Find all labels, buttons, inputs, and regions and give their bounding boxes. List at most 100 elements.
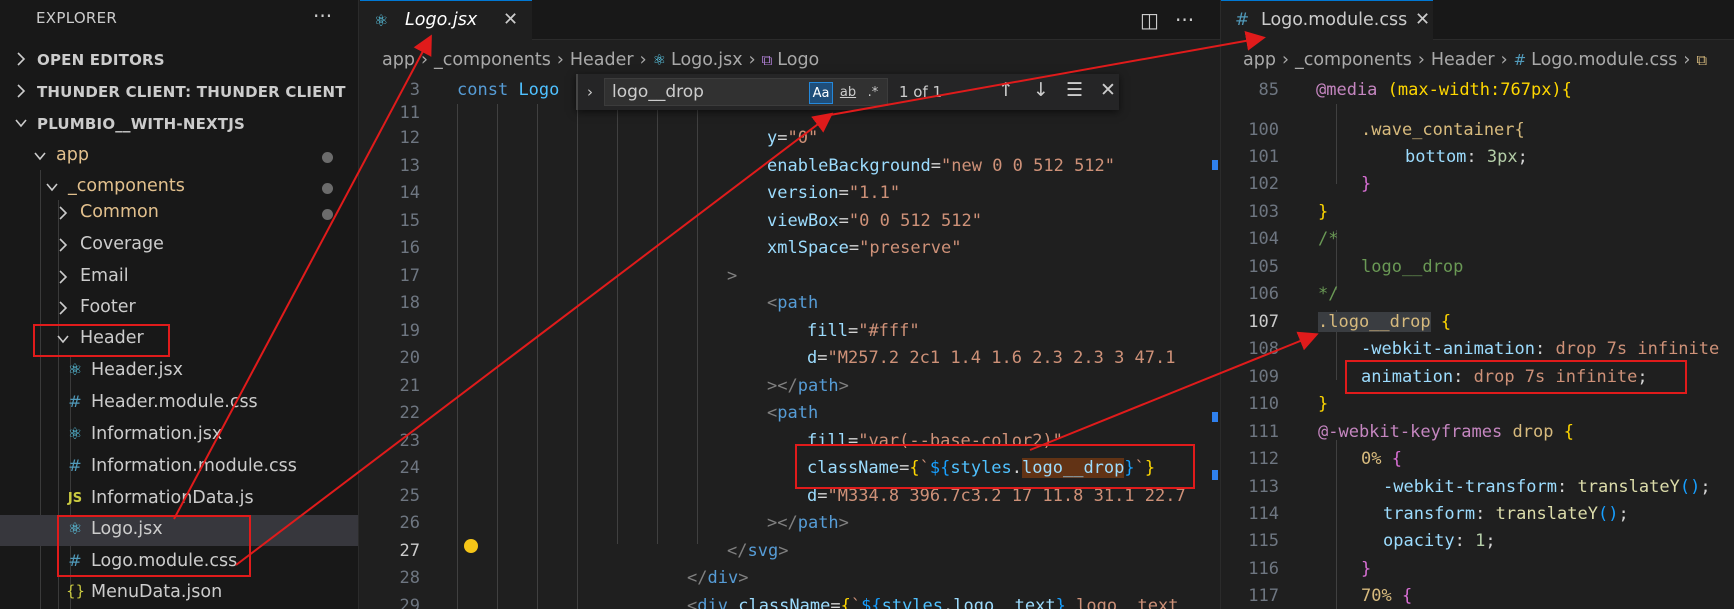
- regex-toggle[interactable]: .*: [861, 82, 885, 104]
- code-token: logo__text: [1076, 596, 1179, 609]
- lightbulb-icon[interactable]: [464, 539, 478, 553]
- breadcrumb-item[interactable]: Header: [1431, 50, 1495, 70]
- code-token: className: [738, 596, 831, 609]
- tree-item-common[interactable]: Common: [0, 198, 358, 229]
- breadcrumb-item[interactable]: Logo: [777, 50, 819, 70]
- breadcrumb-item[interactable]: _components: [434, 50, 551, 70]
- modified-dot: [322, 152, 333, 163]
- match-whole-word-toggle[interactable]: ab: [836, 82, 860, 104]
- section-project[interactable]: PLUMBIO__WITH-NEXTJS: [0, 109, 358, 140]
- editor-logo-css: # Logo.module.css ✕ app › _components › Head…: [1221, 0, 1734, 609]
- tree-item-footer[interactable]: Footer: [0, 293, 358, 324]
- breadcrumb-item[interactable]: Header: [570, 50, 634, 70]
- code-token: svg: [747, 541, 779, 561]
- section-label: PLUMBIO__WITH-NEXTJS: [37, 115, 246, 133]
- tree-item-label: Header.jsx: [91, 360, 184, 380]
- more-actions-icon[interactable]: ···: [313, 4, 332, 28]
- tab-bar: # Logo.module.css ✕: [1221, 0, 1734, 40]
- indent-guide: [457, 104, 458, 609]
- breadcrumb-item[interactable]: Logo.module.css: [1531, 50, 1677, 70]
- sticky-scroll-line: @media (max-width:767px){: [1316, 80, 1572, 100]
- section-open-editors[interactable]: OPEN EDITORS: [0, 45, 358, 76]
- breadcrumb-item[interactable]: _components: [1295, 50, 1412, 70]
- tree-item-app[interactable]: app: [0, 141, 358, 172]
- line-number: 105: [1248, 257, 1279, 277]
- code-token: translateY: [1495, 504, 1598, 524]
- section-thunder-client[interactable]: THUNDER CLIENT: THUNDER CLIENT: [0, 77, 358, 108]
- tree-item-header-jsx[interactable]: ⚛ Header.jsx: [0, 356, 358, 387]
- scrollbar-marker: [1212, 412, 1218, 422]
- code-token: "1.1": [848, 183, 901, 203]
- toggle-replace-icon[interactable]: ›: [587, 83, 593, 101]
- line-number: 25: [399, 486, 420, 506]
- line-number: 13: [399, 156, 420, 176]
- code-line: bottom: 3px;: [1405, 147, 1528, 167]
- line-number: 108: [1248, 339, 1279, 359]
- code-line: d="M257.2 2c1 1.4 1.6 2.3 2.3 3 47.1: [807, 348, 1176, 368]
- tab-logo-jsx[interactable]: ⚛ Logo.jsx ✕: [360, 0, 532, 40]
- symbol-icon: ⧉: [761, 51, 773, 69]
- scrollbar-marker: [1212, 470, 1218, 480]
- more-actions-icon[interactable]: ···: [1175, 8, 1194, 32]
- tree-item-coverage[interactable]: Coverage: [0, 230, 358, 261]
- code-token: path: [797, 513, 839, 533]
- section-label: THUNDER CLIENT: THUNDER CLIENT: [37, 83, 346, 101]
- breadcrumb-item[interactable]: app: [1243, 50, 1276, 70]
- tab-logo-css[interactable]: # Logo.module.css ✕: [1221, 0, 1433, 40]
- tree-item-email[interactable]: Email: [0, 262, 358, 293]
- tree-item-label: InformationData.js: [91, 488, 254, 508]
- code-token: translateY: [1577, 477, 1680, 497]
- tree-item-header-css[interactable]: # Header.module.css: [0, 388, 358, 419]
- close-icon[interactable]: ✕: [503, 9, 518, 30]
- previous-match-icon[interactable]: ↑: [998, 79, 1014, 101]
- find-query: logo__drop: [612, 82, 704, 102]
- tree-item-information-jsx[interactable]: ⚛ Information.jsx: [0, 420, 358, 451]
- line-number: 113: [1248, 477, 1279, 497]
- code-token: version: [767, 183, 839, 203]
- find-input[interactable]: logo__drop Aa ab .*: [604, 78, 888, 106]
- indent-guide: [497, 104, 498, 609]
- split-editor-icon[interactable]: ◫: [1140, 8, 1159, 32]
- find-in-selection-icon[interactable]: ☰: [1066, 79, 1083, 101]
- line-number: 29: [399, 596, 420, 609]
- code-token: -webkit-transform: [1383, 477, 1557, 497]
- pane-divider[interactable]: [358, 0, 359, 609]
- code-token: enableBackground: [767, 156, 931, 176]
- code-line: enableBackground="new 0 0 512 512": [767, 156, 1116, 176]
- modified-dot: [322, 183, 333, 194]
- line-number: 104: [1248, 229, 1279, 249]
- next-match-icon[interactable]: ↓: [1033, 79, 1049, 101]
- tree-item-information-css[interactable]: # Information.module.css: [0, 452, 358, 483]
- indent-guide: [537, 104, 538, 609]
- code-token: bottom: [1405, 147, 1467, 167]
- tree-item-menudata-json[interactable]: {} MenuData.json: [0, 578, 358, 609]
- close-icon[interactable]: ✕: [1415, 9, 1430, 30]
- react-icon: ⚛: [374, 11, 389, 30]
- code-token: d: [807, 348, 818, 368]
- line-number: 117: [1248, 586, 1279, 606]
- hash-icon: #: [68, 392, 82, 411]
- code-token: {: [1440, 312, 1452, 332]
- code-token: "0": [787, 128, 819, 148]
- tab-bar: ⚛ Logo.jsx ✕ ◫ ···: [360, 0, 1220, 40]
- js-icon: JS: [67, 491, 83, 506]
- code-line: 70% {: [1361, 586, 1412, 606]
- match-case-toggle[interactable]: Aa: [809, 82, 833, 104]
- hash-icon: #: [1513, 51, 1527, 69]
- code-line: >: [727, 266, 737, 286]
- code-token: .wave_container{: [1361, 120, 1525, 140]
- tree-item-information-data-js[interactable]: JS InformationData.js: [0, 484, 358, 515]
- code-line: version="1.1": [767, 183, 901, 203]
- breadcrumb-item[interactable]: Logo.jsx: [671, 50, 743, 70]
- close-icon[interactable]: ✕: [1100, 79, 1116, 101]
- chevron-down-icon: [46, 183, 58, 192]
- tab-label: Logo.module.css: [1261, 10, 1408, 30]
- code-token: }: [1318, 202, 1329, 222]
- line-number: 27: [399, 541, 420, 561]
- line-number: 24: [399, 458, 420, 478]
- code-token: @-webkit-keyframes: [1318, 422, 1503, 442]
- tree-item-label: MenuData.json: [91, 582, 223, 602]
- breadcrumb-item[interactable]: app: [382, 50, 415, 70]
- chevron-right-icon: [59, 301, 68, 315]
- code-token: div: [697, 596, 728, 609]
